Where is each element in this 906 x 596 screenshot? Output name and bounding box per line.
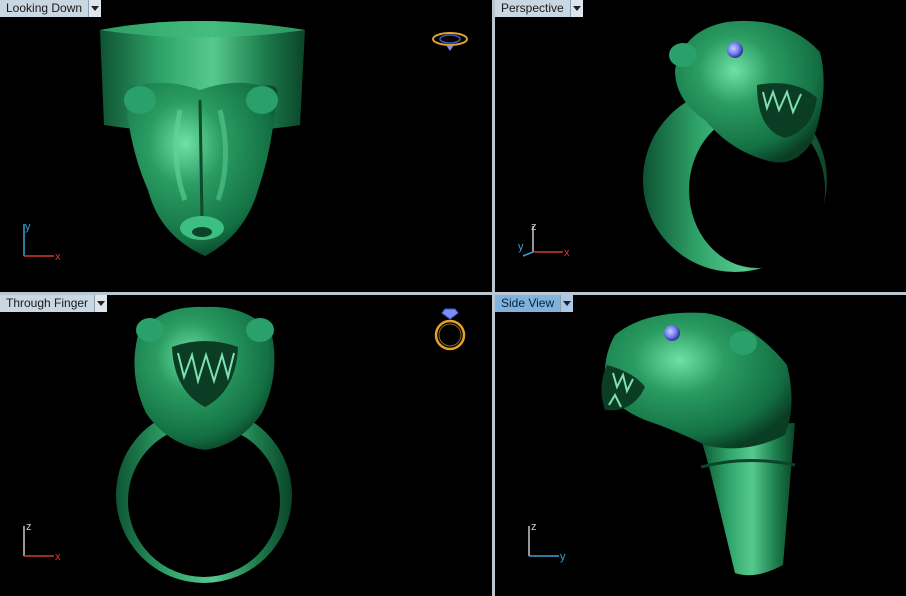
axis-label-x: x xyxy=(55,551,61,563)
chevron-down-icon[interactable] xyxy=(89,0,102,17)
axis-label-y: y xyxy=(25,221,31,233)
chevron-down-icon[interactable] xyxy=(95,295,108,312)
axis-label-z: z xyxy=(26,521,32,533)
axis-indicator: z x xyxy=(23,521,61,563)
viewport-title: Side View xyxy=(495,295,562,312)
axis-label-x: x xyxy=(55,251,61,263)
viewport-side-view[interactable]: Side View z y xyxy=(495,295,906,596)
axis-label-y: y xyxy=(518,241,524,253)
viewport-menu-looking-down[interactable]: Looking Down xyxy=(0,0,102,17)
axis-label-z: z xyxy=(531,221,537,233)
chevron-down-icon[interactable] xyxy=(570,0,583,17)
viewport-title: Looking Down xyxy=(0,0,90,17)
axis-indicator: z y x xyxy=(518,221,570,259)
axis-label-x: x xyxy=(564,247,570,259)
axis-indicator: y x xyxy=(23,221,61,263)
axis-indicator: z y xyxy=(528,521,566,563)
axis-label-y: y xyxy=(560,551,566,563)
viewport-perspective[interactable]: Perspective z y x xyxy=(495,0,906,292)
viewport-title: Through Finger xyxy=(0,295,96,312)
axis-label-z: z xyxy=(531,521,537,533)
viewport-title: Perspective xyxy=(495,0,571,17)
viewport-menu-side-view[interactable]: Side View xyxy=(495,295,574,312)
viewport-through-finger[interactable]: Through Finger z x xyxy=(0,295,492,596)
viewport-menu-perspective[interactable]: Perspective xyxy=(495,0,583,17)
viewport-looking-down[interactable]: Looking Down y x xyxy=(0,0,492,292)
viewport-menu-through-finger[interactable]: Through Finger xyxy=(0,295,108,312)
ring-top-view-icon[interactable] xyxy=(430,28,470,54)
chevron-down-icon[interactable] xyxy=(561,295,574,312)
ring-front-view-icon[interactable] xyxy=(432,303,468,355)
